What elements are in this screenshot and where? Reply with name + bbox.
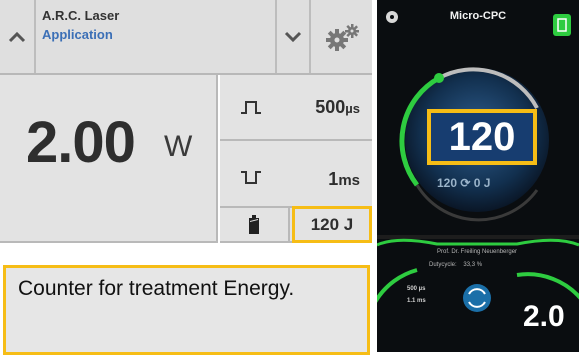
callout-text: Counter for treatment Energy. [18,277,295,300]
callout-caption: Counter for treatment Energy. [3,265,370,355]
power-setting[interactable]: 2.00 W [0,75,218,243]
device-title: Micro-CPC [449,10,507,22]
power-unit: W [164,130,193,163]
app-name: A.R.C. Laser [42,8,120,23]
pulse-duration-value: 500µs [315,97,360,117]
device-screen-photo: Micro-CPC 120 120 ⟳ 0 J Prof. Dr. Freili… [377,0,579,352]
app-header: A.R.C. Laser Application [0,0,372,75]
chevron-down-icon [284,31,302,42]
battery-indicator [220,208,290,241]
device-power-value: 2.0 [523,300,565,333]
off-time-value: 1ms [328,169,360,189]
pulse-on-icon [241,101,261,114]
status-row: 120 J [220,206,372,243]
device-mini-off: 1.1 ms [407,298,426,304]
device-mini-pulse: 500 µs [407,286,426,292]
gear-icon [325,23,359,51]
laser-control-panel: A.R.C. Laser Application 2.00 W 500µs 1m… [0,0,375,355]
pulse-off-icon [241,171,261,184]
pulse-duration-setting[interactable]: 500µs [220,75,372,141]
chevron-up-icon [8,31,26,42]
device-energy-counter: 120 [427,109,537,165]
energy-counter: 120 J [292,206,372,243]
battery-icon [249,214,259,234]
device-sub-counter: 120 ⟳ 0 J [437,176,491,190]
device-duty-cycle: Dutycycle: 33,3 % [429,262,483,268]
slider-handle [434,73,444,83]
settings-button[interactable] [311,0,372,73]
device-user-info: Prof. Dr. Freiling Neuenberger [437,249,518,255]
dropdown-button[interactable] [277,0,311,73]
scroll-up-button[interactable] [0,0,36,73]
power-value: 2.00 [26,110,136,175]
app-mode-label: Application [42,27,113,42]
app-title-block[interactable]: A.R.C. Laser Application [36,0,277,73]
off-time-setting[interactable]: 1ms [220,141,372,208]
